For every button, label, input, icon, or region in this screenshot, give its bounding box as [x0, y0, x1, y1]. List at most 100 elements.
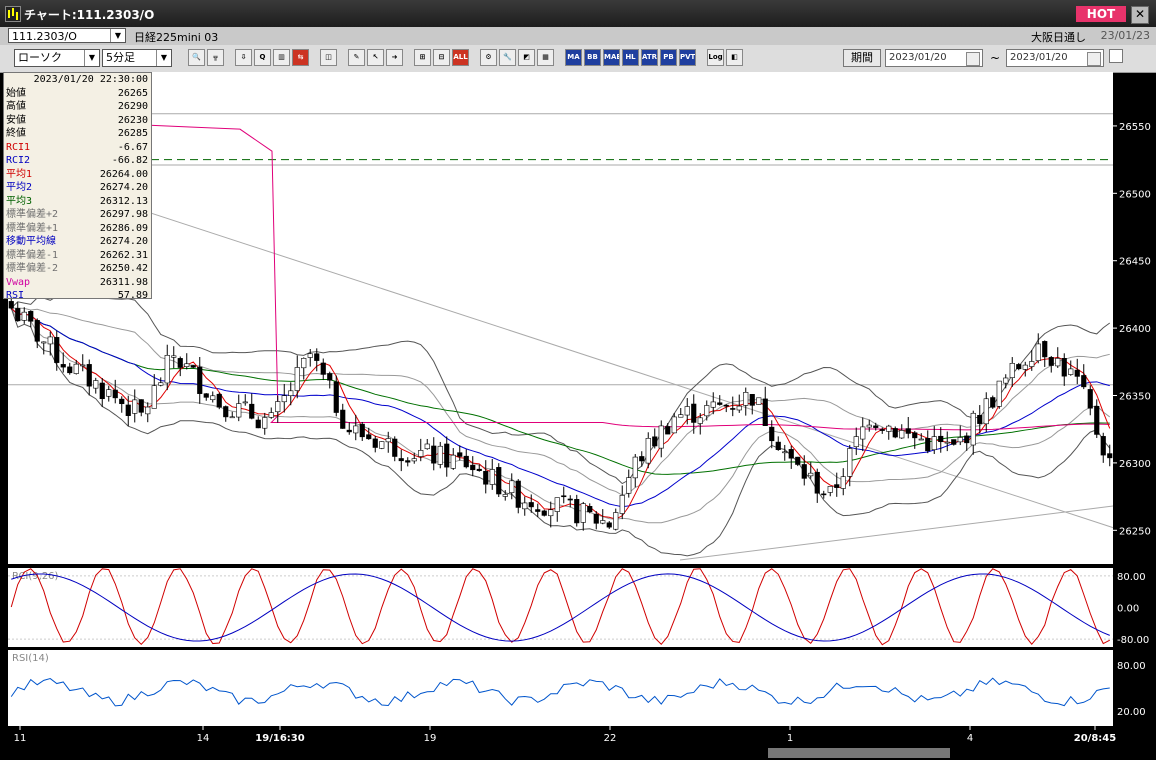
candle-body [671, 416, 677, 434]
time-tick-label: 4 [967, 733, 973, 744]
candle-body [535, 509, 541, 512]
info-panel: 2023/01/20 22:30:00 始値 26265 高値 26290 安値 2623… [3, 72, 152, 301]
info-timestamp: 2023/01/20 22:30:00 [33, 74, 148, 85]
time-tick-label: 14 [197, 733, 210, 744]
time-tick-label: 19/16:30 [255, 733, 304, 744]
pb-icon[interactable]: PB [660, 49, 677, 66]
calendar-icon[interactable] [1087, 52, 1101, 66]
price-tick-label: 26550 [1119, 122, 1151, 133]
hl-icon[interactable]: HL [622, 49, 639, 66]
all-icon[interactable]: ALL [452, 49, 469, 66]
cursor-icon[interactable]: ↖ [367, 49, 384, 66]
candle-body [483, 471, 489, 485]
hot-button[interactable]: HOT [1076, 6, 1126, 22]
candle-body [327, 373, 333, 381]
candle-body [788, 449, 794, 459]
candle-body [223, 406, 229, 418]
trend-icon[interactable]: ⇆ [292, 49, 309, 66]
pvt-icon[interactable]: PVT [679, 49, 696, 66]
candle-body [925, 438, 931, 452]
candle-body [951, 439, 957, 445]
price-tick-label: 26250 [1119, 526, 1151, 537]
gear-icon[interactable]: ⚙ [480, 49, 497, 66]
candle-body [268, 412, 274, 418]
info-row: 高値 26290 [4, 100, 151, 114]
price-tick-label: 26300 [1119, 459, 1151, 470]
candle-body [470, 464, 476, 471]
date-from-value: 2023/01/20 [889, 52, 947, 63]
period-button[interactable]: 期間 [843, 49, 881, 67]
symbol-select[interactable]: 111.2303/O ▼ [8, 28, 126, 43]
save-chart-icon[interactable]: ◧ [726, 49, 743, 66]
date-from-input[interactable]: 2023/01/20 [885, 49, 983, 67]
candle-body [983, 398, 989, 425]
atr-icon[interactable]: ATR [641, 49, 658, 66]
disabled-icon[interactable]: ◫ [320, 49, 337, 66]
chevron-down-icon[interactable]: ▼ [156, 50, 171, 66]
candle-body [886, 425, 892, 432]
candle-body [905, 428, 911, 434]
time-tick-label: 22 [604, 733, 617, 744]
candle-body [255, 419, 261, 429]
candle-body [853, 436, 859, 448]
candle-pair-icon[interactable]: ⊟ [433, 49, 450, 66]
bar-chart-icon[interactable]: ▥ [273, 49, 290, 66]
info-row: 平均3 26312.13 [4, 195, 151, 209]
candle-body [1081, 375, 1087, 388]
candle-body [996, 380, 1002, 407]
candle-body [944, 441, 950, 444]
candle-body [821, 493, 827, 496]
candle-body [190, 365, 196, 368]
info-label: 標準偏差-2 [6, 263, 59, 274]
candle-body [307, 353, 313, 358]
interval-select[interactable]: 5分足 ▼ [102, 49, 172, 67]
candle-icon[interactable]: ⊞ [414, 49, 431, 66]
time-tick-label: 11 [14, 733, 27, 744]
candle-body [398, 458, 404, 462]
candle-body [1035, 343, 1041, 361]
chart-area[interactable]: 26550 26500 26450 26400 26350 26300 26250 80.00… [0, 72, 1156, 760]
zoom-icon[interactable]: 🔍 [188, 49, 205, 66]
toolbar: ローソク ▼ 5分足 ▼ 🔍 ╦ ⇩ Q ▥ ⇆ ◫ ✎ ↖ ➜ ⊞ ⊟ ALL ⚙ 🔧 ◩ ▦ MA BB MAE H… [0, 45, 1156, 73]
date-to-input[interactable]: 2023/01/20 [1006, 49, 1104, 67]
option-checkbox[interactable] [1109, 49, 1123, 63]
wrench-icon[interactable]: 🔧 [499, 49, 516, 66]
palette-icon[interactable]: ◩ [518, 49, 535, 66]
rci-tick-label: 0.00 [1117, 604, 1139, 615]
calendar-icon[interactable] [966, 52, 980, 66]
candle-body [34, 320, 40, 342]
title-bar: チャート:111.2303/O HOT ✕ [0, 0, 1156, 27]
mae-icon[interactable]: MAE [603, 49, 620, 66]
candle-body [710, 401, 716, 408]
time-axis-bg [0, 728, 1156, 760]
info-row: Vwap 26311.98 [4, 276, 151, 290]
chevron-down-icon[interactable]: ▼ [84, 50, 99, 66]
magnify-chart-icon[interactable]: Q [254, 49, 271, 66]
ma-icon[interactable]: MA [565, 49, 582, 66]
bb-icon[interactable]: BB [584, 49, 601, 66]
candle-body [515, 480, 521, 508]
candle-body [93, 380, 99, 389]
candle-body [1048, 357, 1054, 366]
candle-body [106, 389, 112, 397]
chevron-down-icon[interactable]: ▼ [110, 29, 125, 42]
candle-body [626, 477, 632, 494]
candle-body [262, 417, 268, 429]
chart-type-select[interactable]: ローソク ▼ [14, 49, 100, 67]
log-icon[interactable]: Log [707, 49, 724, 66]
pencil-icon[interactable]: ✎ [348, 49, 365, 66]
candle-body [80, 364, 86, 367]
download-icon[interactable]: ⇩ [235, 49, 252, 66]
arrow-icon[interactable]: ➜ [386, 49, 403, 66]
grid-icon[interactable]: ▦ [537, 49, 554, 66]
time-tick-label: 19 [424, 733, 437, 744]
candle-body [775, 441, 781, 450]
scrollbar-thumb [768, 748, 950, 758]
candle-body [346, 429, 352, 433]
split-icon[interactable]: ╦ [207, 49, 224, 66]
candle-body [769, 426, 775, 442]
candle-body [15, 308, 21, 322]
candle-body [203, 393, 209, 398]
close-button[interactable]: ✕ [1131, 6, 1149, 24]
info-value: 26312.13 [99, 195, 148, 207]
